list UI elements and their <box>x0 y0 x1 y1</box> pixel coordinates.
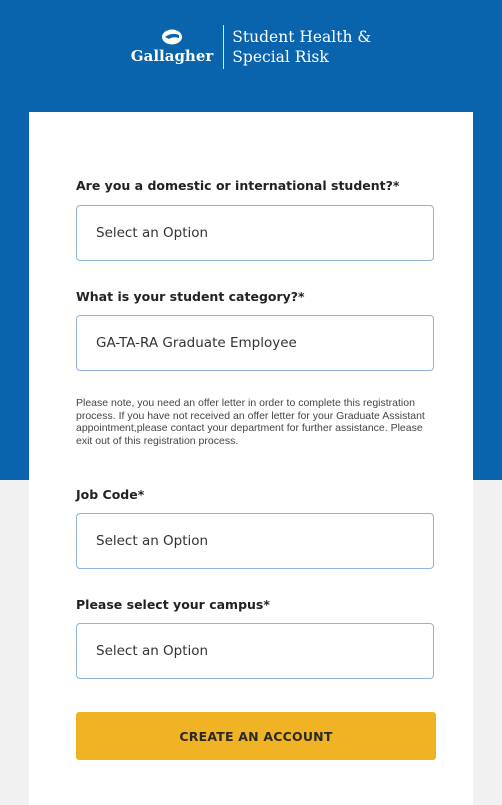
job-code-label: Job Code* <box>76 487 145 502</box>
tagline-line-2: Special Risk <box>232 48 329 66</box>
tagline-line-1: Student Health & <box>232 28 372 46</box>
logo-divider <box>223 25 225 69</box>
student-category-label: What is your student category?* <box>76 289 305 304</box>
student-type-select[interactable]: Select an Option <box>76 205 434 261</box>
campus-label: Please select your campus* <box>76 597 270 612</box>
student-type-label: Are you a domestic or international stud… <box>76 178 400 193</box>
create-account-button[interactable]: CREATE AN ACCOUNT <box>76 712 436 760</box>
student-category-select[interactable]: GA-TA-RA Graduate Employee <box>76 315 434 371</box>
brand-name: Gallagher <box>130 47 214 65</box>
site-header: Gallagher Student Health & Special Risk <box>0 0 502 94</box>
gallagher-logo[interactable]: Gallagher <box>130 29 214 65</box>
brand-tagline: Student Health & Special Risk <box>232 27 371 67</box>
gallagher-globe-icon <box>161 29 183 45</box>
campus-select[interactable]: Select an Option <box>76 623 434 679</box>
job-code-select[interactable]: Select an Option <box>76 513 434 569</box>
offer-letter-note: Please note, you need an offer letter in… <box>76 397 425 448</box>
